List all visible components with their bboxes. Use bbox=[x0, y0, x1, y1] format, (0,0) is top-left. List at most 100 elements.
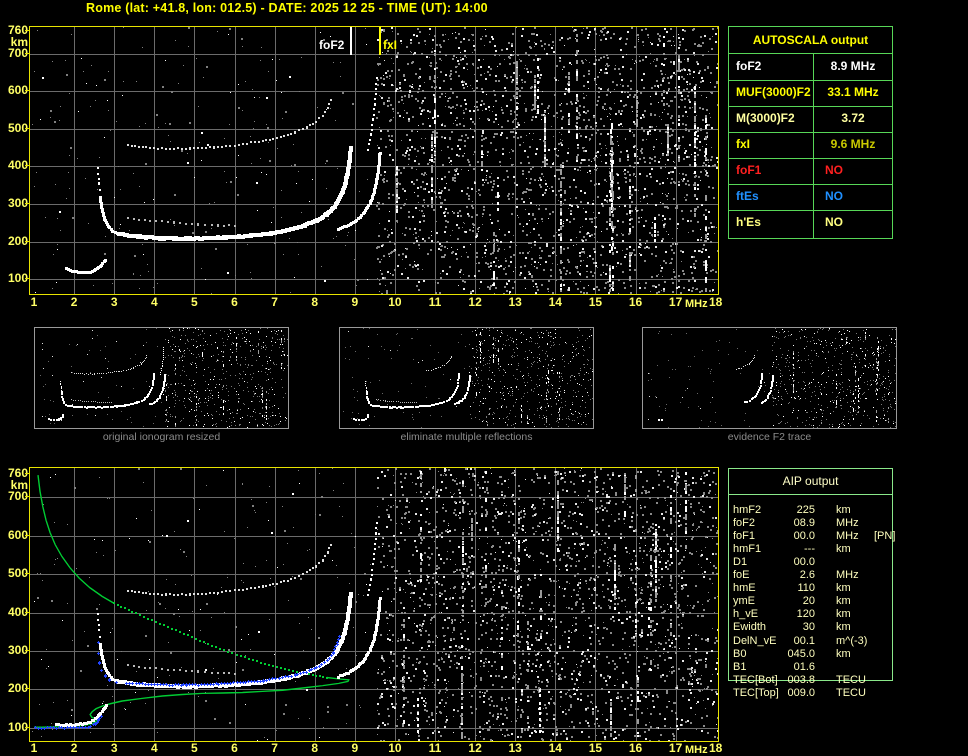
x-tick-label: 16 bbox=[628, 741, 643, 755]
x-tick-label: 4 bbox=[150, 295, 158, 309]
aip-row-hmf1: hmF1 --- km bbox=[733, 543, 963, 556]
aip-row-value: 00.0 bbox=[793, 530, 815, 543]
autoscala-row-label: foF2 bbox=[736, 59, 762, 73]
autoscala-screen: { "title": "Rome (lat: +41.8, lon: 012.5… bbox=[0, 0, 968, 756]
y-tick-label: 100 bbox=[7, 271, 28, 286]
x-tick-label: 15 bbox=[588, 295, 603, 309]
x-tick-label: 8 bbox=[311, 295, 319, 309]
autoscala-row-value: 3.72 bbox=[841, 111, 865, 125]
x-tick-label: 16 bbox=[628, 295, 643, 309]
aip-row-unit: MHz bbox=[836, 517, 859, 530]
x-tick-label: 6 bbox=[231, 741, 238, 755]
fxi-marker-line bbox=[379, 27, 381, 55]
x-tick-label: 10 bbox=[388, 295, 402, 309]
y-axis-tick bbox=[25, 496, 29, 497]
y-tick-label: 400 bbox=[7, 604, 28, 619]
aip-row-unit: TECU bbox=[836, 686, 866, 699]
aip-row-unit: km bbox=[836, 504, 851, 516]
aip-row-d1: D1 00.0 bbox=[733, 556, 963, 569]
y-tick-label: 200 bbox=[7, 681, 28, 696]
aip-row-foe: foE 2.6 MHz bbox=[733, 569, 963, 582]
y-tick-label: 300 bbox=[7, 196, 28, 211]
y-axis-tick bbox=[25, 727, 29, 728]
thumbnail-no-multiples-caption: eliminate multiple reflections bbox=[400, 431, 533, 443]
y-tick-label: 500 bbox=[7, 566, 28, 581]
aip-row-h-ve: h_vE 120 km bbox=[733, 608, 963, 621]
aip-row-unit: km bbox=[836, 608, 851, 621]
fof2-marker-label: foF2 bbox=[319, 38, 345, 52]
aip-row-b0: B0 045.0 km bbox=[733, 648, 963, 661]
x-tick-label: 12 bbox=[468, 741, 482, 755]
aip-row-value: 2.6 bbox=[799, 569, 815, 582]
thumbnail-original-canvas bbox=[35, 328, 288, 428]
y-axis-tick bbox=[25, 612, 29, 613]
aip-row-label: foF1 bbox=[733, 530, 756, 543]
x-tick-label: 1 bbox=[30, 741, 38, 755]
x-tick-label: 11 bbox=[428, 295, 442, 309]
x-tick-label: 7 bbox=[271, 741, 278, 755]
aip-row-label: B0 bbox=[733, 647, 747, 660]
aip-row-unit: km bbox=[836, 582, 851, 595]
aip-row-unit: km bbox=[836, 595, 851, 608]
aip-row-b1: B1 01.6 bbox=[733, 661, 963, 674]
aip-row-value: 009.0 bbox=[787, 686, 815, 699]
autoscala-row-fxi: fxI 9.6 MHz bbox=[729, 132, 892, 159]
aip-row-unit: km bbox=[836, 543, 851, 556]
autoscala-row-value: 8.9 MHz bbox=[830, 59, 876, 73]
y-tick-label: 200 bbox=[7, 233, 28, 248]
y-axis-tick bbox=[25, 165, 29, 166]
aip-row-value: 08.9 bbox=[793, 517, 815, 530]
y-tick-label: 300 bbox=[7, 643, 28, 657]
bottom-ionogram-canvas bbox=[30, 468, 718, 741]
autoscala-row-label: foF1 bbox=[736, 163, 762, 177]
x-axis-unit-label: MHz bbox=[685, 298, 708, 310]
autoscala-row-value: NO bbox=[825, 163, 843, 177]
aip-row-label: foF2 bbox=[733, 517, 756, 530]
y-axis-tick bbox=[25, 30, 29, 31]
aip-row-hmf2: hmF2 225 km bbox=[733, 504, 963, 517]
x-tick-label: 13 bbox=[508, 741, 522, 755]
y-axis-tick bbox=[25, 278, 29, 279]
y-tick-label: 500 bbox=[7, 120, 28, 135]
x-tick-label: 1 bbox=[30, 295, 38, 309]
y-tick-label: 700 bbox=[7, 489, 28, 504]
aip-row-label: hmE bbox=[733, 582, 756, 595]
autoscala-row-fof2: foF2 8.9 MHz bbox=[729, 54, 892, 81]
aip-row-unit: MHz bbox=[836, 569, 859, 582]
aip-row-unit: m^(-3) bbox=[836, 634, 868, 647]
x-tick-label: 3 bbox=[110, 741, 118, 755]
page-title: Rome (lat: +41.8, lon: 012.5) - DATE: 20… bbox=[86, 1, 488, 15]
y-axis-tick bbox=[25, 473, 29, 474]
autoscala-row-label: M(3000)F2 bbox=[736, 111, 795, 125]
aip-row-fof2: foF2 08.9 MHz bbox=[733, 517, 963, 530]
y-axis-tick bbox=[25, 241, 29, 242]
x-tick-label: 17 bbox=[668, 295, 683, 309]
aip-row-unit: km bbox=[836, 647, 851, 660]
y-axis-tick bbox=[25, 650, 29, 651]
fxi-marker-label: fxI bbox=[383, 38, 398, 52]
x-tick-label: 11 bbox=[428, 741, 442, 755]
y-tick-label: 100 bbox=[7, 719, 28, 734]
aip-row-value: 30 bbox=[802, 621, 815, 634]
y-tick-label: 400 bbox=[7, 158, 28, 173]
thumbnail-no-multiples bbox=[339, 327, 594, 429]
thumbnail-original bbox=[34, 327, 289, 429]
aip-row-yme: ymE 20 km bbox=[733, 595, 963, 608]
autoscala-row-label: ftEs bbox=[736, 189, 759, 203]
x-tick-label: 2 bbox=[70, 741, 78, 755]
aip-row-value: 003.8 bbox=[787, 673, 815, 686]
thumbnail-no-multiples-canvas bbox=[340, 328, 593, 428]
aip-row-unit: km bbox=[836, 621, 851, 634]
bottom-ionogram-plot bbox=[29, 467, 719, 742]
y-axis-tick bbox=[25, 573, 29, 574]
thumbnail-f2-trace bbox=[642, 327, 897, 429]
x-tick-label: 14 bbox=[548, 295, 562, 309]
x-tick-label: 14 bbox=[548, 741, 562, 755]
x-tick-label: 5 bbox=[191, 295, 198, 309]
aip-row-tec-top-: TEC[Top] 009.0 TECU bbox=[733, 687, 963, 700]
autoscala-row-h-es: h'Es NO bbox=[729, 210, 892, 236]
aip-row-fof1: foF1 00.0 MHz [PN] bbox=[733, 530, 963, 543]
x-tick-label: 17 bbox=[668, 741, 683, 755]
y-tick-label: 600 bbox=[7, 83, 28, 98]
aip-row-label: D1 bbox=[733, 556, 748, 569]
